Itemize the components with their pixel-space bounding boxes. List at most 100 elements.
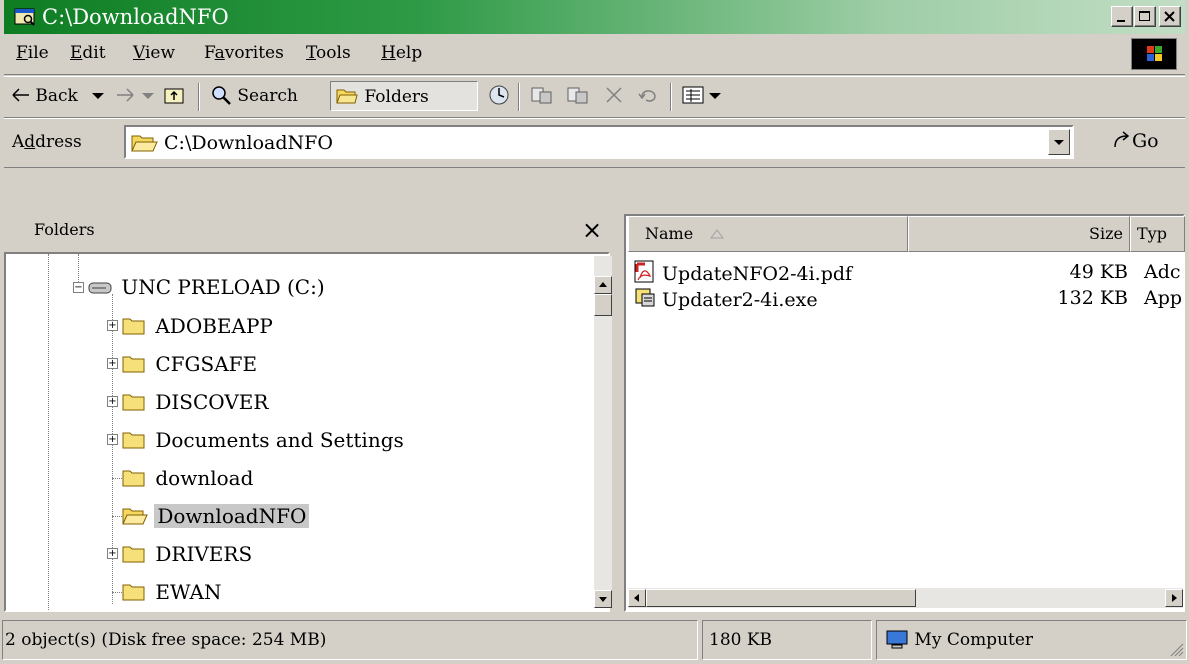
tree-item-drive[interactable]: UNC PRELOAD (C:) <box>88 272 328 302</box>
column-header-name[interactable]: Name <box>628 216 908 252</box>
folder-icon <box>122 318 145 335</box>
go-arrow-icon <box>1114 131 1130 148</box>
expand-toggle[interactable]: + <box>107 396 118 407</box>
tree-item-discover[interactable]: DISCOVER <box>122 387 271 417</box>
folders-icon <box>336 89 358 104</box>
minimize-button[interactable] <box>1111 6 1133 27</box>
folder-icon <box>122 546 145 563</box>
close-button[interactable] <box>1159 6 1181 27</box>
file-type: App <box>1144 287 1183 309</box>
minimize-icon <box>1117 20 1125 22</box>
expand-toggle[interactable]: + <box>107 320 118 331</box>
back-button[interactable]: Back <box>12 81 78 111</box>
search-button[interactable]: Search <box>210 81 298 111</box>
close-icon <box>1164 11 1175 22</box>
menu-tools[interactable]: Tools <box>306 42 351 64</box>
right-arrow-icon <box>1172 594 1177 602</box>
tree-line <box>48 254 49 610</box>
status-objects: 2 object(s) (Disk free space: 254 MB) <box>2 620 698 660</box>
forward-arrow-icon <box>117 88 134 102</box>
copy-to-button[interactable] <box>566 81 590 111</box>
forward-dropdown[interactable] <box>142 81 154 111</box>
maximize-button[interactable] <box>1134 6 1156 27</box>
up-folder-button[interactable] <box>164 81 186 111</box>
move-to-button[interactable] <box>530 81 554 111</box>
title-bar[interactable]: C:\DownloadNFO <box>4 0 1185 34</box>
back-arrow-icon <box>12 88 29 102</box>
folder-icon <box>122 394 145 411</box>
views-button[interactable] <box>682 81 722 111</box>
scroll-thumb[interactable] <box>646 589 916 607</box>
tree-item-documents-and-settings[interactable]: Documents and Settings <box>122 425 407 455</box>
pdf-file-icon <box>634 260 654 283</box>
dropdown-arrow-icon <box>92 93 104 99</box>
forward-button[interactable] <box>116 81 134 111</box>
folders-close-button[interactable]: × <box>582 216 602 244</box>
undo-icon <box>638 90 656 102</box>
tree-item-adobeapp[interactable]: ADOBEAPP <box>122 311 276 341</box>
menu-favorites[interactable]: Favorites <box>204 42 284 64</box>
menu-edit[interactable]: Edit <box>70 42 106 64</box>
dropdown-arrow-icon <box>709 93 722 99</box>
drive-icon <box>88 282 112 294</box>
tree-item-drivers[interactable]: DRIVERS <box>122 539 255 569</box>
file-size: 49 KB <box>1069 261 1128 283</box>
file-row[interactable]: UpdateNFO2-4i.pdf 49 KB Adc <box>632 260 1182 285</box>
tree-item-ewan[interactable]: EWAN <box>122 577 224 607</box>
history-button[interactable] <box>488 81 510 111</box>
scroll-left-button[interactable] <box>628 589 646 607</box>
status-zone: My Computer <box>876 620 1187 660</box>
delete-icon <box>606 87 622 103</box>
up-folder-icon <box>164 88 184 104</box>
column-header-type[interactable]: Typ <box>1130 216 1185 252</box>
tree-item-downloadnfo[interactable]: DownloadNFO <box>122 501 310 531</box>
move-to-icon <box>531 87 552 104</box>
column-header-size[interactable]: Size <box>908 216 1130 252</box>
tree-item-cfgsafe[interactable]: CFGSAFE <box>122 349 260 379</box>
scroll-right-button[interactable] <box>1165 589 1183 607</box>
file-name: UpdateNFO2-4i.pdf <box>662 263 853 285</box>
toolbar-separator <box>518 83 520 111</box>
address-input[interactable]: C:\DownloadNFO <box>124 125 1074 159</box>
go-button[interactable]: Go <box>1112 129 1159 153</box>
explorer-window: C:\DownloadNFO File Edit View Favorites … <box>0 0 1189 664</box>
file-row[interactable]: Updater2-4i.exe 132 KB App <box>632 286 1183 311</box>
window-title: C:\DownloadNFO <box>42 5 229 29</box>
menu-help[interactable]: Help <box>381 42 422 64</box>
up-arrow-icon <box>599 282 607 287</box>
menu-file[interactable]: File <box>16 42 49 64</box>
menu-view[interactable]: View <box>133 42 175 64</box>
copy-to-icon <box>567 87 588 104</box>
back-dropdown[interactable] <box>92 81 104 111</box>
expand-toggle[interactable]: + <box>107 358 118 369</box>
toolbar-separator <box>670 83 672 111</box>
tree-item-download[interactable]: download <box>122 463 256 493</box>
scroll-thumb[interactable] <box>594 294 612 316</box>
folders-title-bar: Folders × <box>4 212 610 252</box>
address-dropdown[interactable] <box>1048 129 1070 155</box>
dropdown-arrow-icon <box>142 93 154 99</box>
folders-vertical-scrollbar[interactable] <box>594 256 612 608</box>
menu-bar: File Edit View Favorites Tools Help <box>4 36 1185 75</box>
file-list-horizontal-scrollbar[interactable] <box>628 588 1183 608</box>
scroll-up-button[interactable] <box>594 276 612 294</box>
folders-header-bar <box>4 172 610 212</box>
folder-window-icon <box>14 8 35 26</box>
delete-button[interactable] <box>604 81 624 111</box>
folders-title: Folders <box>34 220 95 239</box>
maximize-icon <box>1139 11 1150 21</box>
undo-button[interactable] <box>638 81 660 111</box>
expand-toggle[interactable]: + <box>107 434 118 445</box>
folder-icon <box>122 470 145 487</box>
address-bar: Address C:\DownloadNFO Go <box>4 118 1185 168</box>
file-list: Name Size Typ UpdateNFO2-4i.pdf 49 KB Ad… <box>624 214 1185 612</box>
file-type: Adc <box>1144 261 1181 283</box>
collapse-toggle[interactable]: − <box>73 282 84 293</box>
expand-toggle[interactable]: + <box>107 548 118 559</box>
resize-grip-icon[interactable] <box>1168 641 1184 657</box>
scroll-down-button[interactable] <box>594 590 612 608</box>
address-label: Address <box>12 132 82 152</box>
folders-button[interactable]: Folders <box>330 81 478 111</box>
folder-icon <box>122 356 145 373</box>
toolbar-separator <box>198 83 200 111</box>
